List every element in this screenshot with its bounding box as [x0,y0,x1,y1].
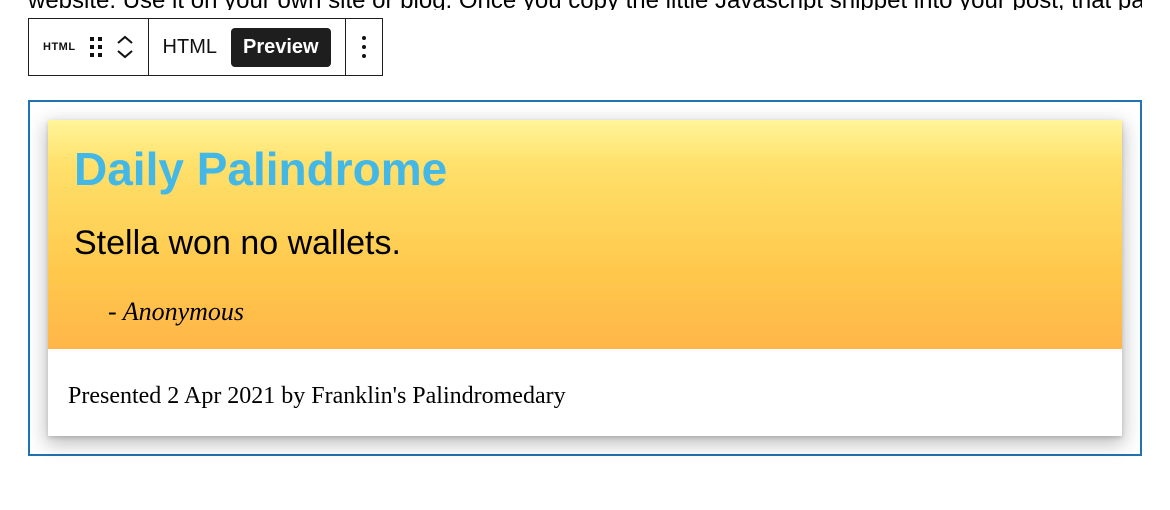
toolbar-segment-block-controls: HTML [29,19,149,75]
move-up-icon[interactable] [116,35,134,45]
block-type-chip[interactable]: HTML [43,41,76,53]
toolbar-segment-overflow [346,19,382,75]
move-down-icon[interactable] [116,49,134,59]
widget-footer: Presented 2 Apr 2021 by Franklin's Palin… [48,349,1122,436]
palindrome-widget-card: Daily Palindrome Stella won no wallets. … [48,120,1122,436]
palindrome-text: Stella won no wallets. [74,224,1096,263]
drag-handle-icon[interactable] [90,37,102,57]
more-options-icon[interactable] [360,36,368,58]
mode-preview-button[interactable]: Preview [231,28,331,67]
palindrome-attribution: - Anonymous [74,297,1096,327]
mode-html-button[interactable]: HTML [163,36,217,59]
surrounding-article-text: website. Use it on your own site or blog… [28,0,1142,10]
block-mover [116,35,134,59]
widget-title: Daily Palindrome [74,142,1096,196]
block-toolbar: HTML HTML Preview [28,18,383,76]
selected-block-frame[interactable]: Daily Palindrome Stella won no wallets. … [28,100,1142,456]
palindrome-widget-header: Daily Palindrome Stella won no wallets. … [48,120,1122,349]
toolbar-segment-mode: HTML Preview [149,19,346,75]
